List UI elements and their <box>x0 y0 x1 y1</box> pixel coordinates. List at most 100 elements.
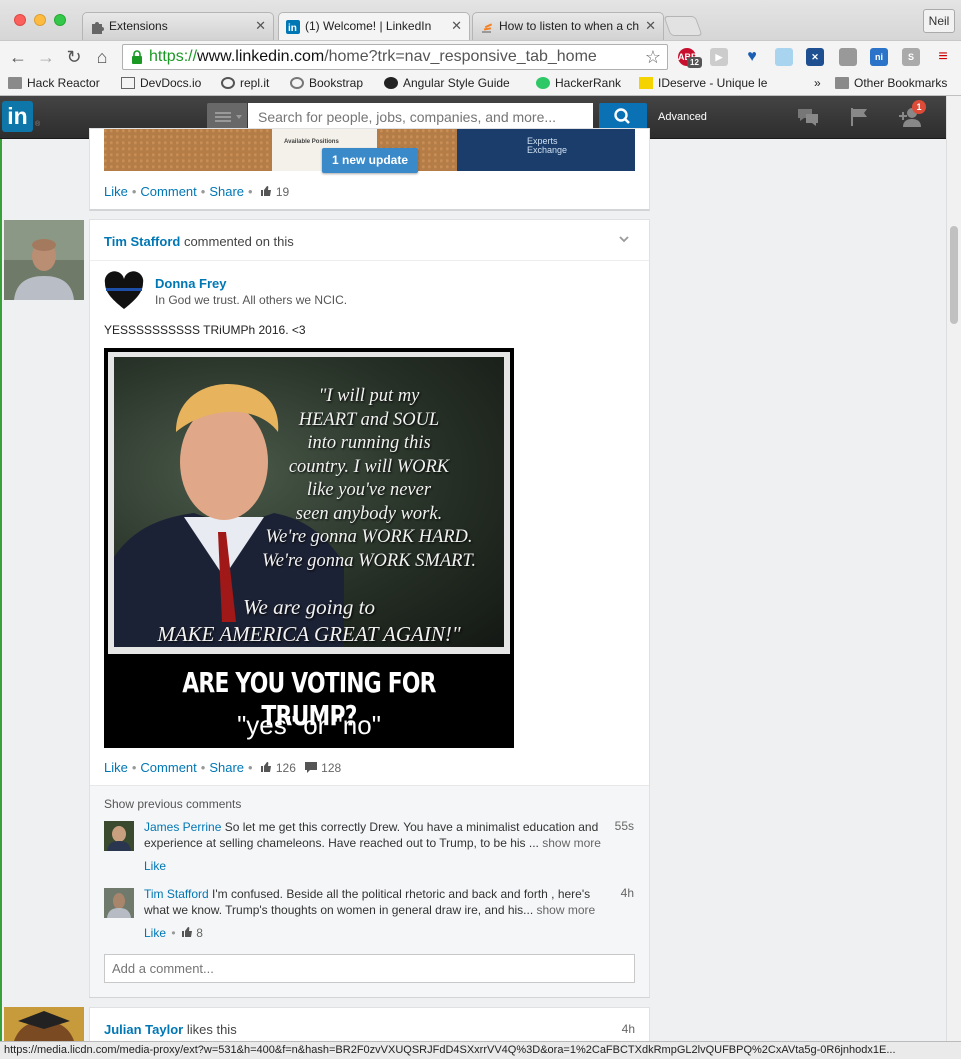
tab-close-icon[interactable]: ✕ <box>645 18 656 34</box>
post-actions: Like • Comment • Share • 19 <box>104 184 290 199</box>
zoom-window-button[interactable] <box>54 14 66 26</box>
url-path: /home?trk=nav_responsive_tab_home <box>324 48 597 65</box>
tab-linkedin[interactable]: in (1) Welcome! | LinkedIn ✕ <box>278 12 470 40</box>
search-input[interactable] <box>248 103 593 130</box>
avatar[interactable] <box>4 220 84 300</box>
bitbucket-extension-icon[interactable]: ✕ <box>806 48 824 66</box>
new-tab-button[interactable] <box>663 16 703 36</box>
bookmark-star-icon[interactable]: ☆ <box>645 45 661 69</box>
post-image[interactable]: "I will put my HEART and SOUL into runni… <box>104 348 514 748</box>
tv-extension-icon[interactable] <box>775 48 793 66</box>
commenter-avatar[interactable] <box>104 888 134 918</box>
actor-name-link[interactable]: Julian Taylor <box>104 1022 183 1037</box>
comment-like-link[interactable]: Like <box>144 926 166 940</box>
add-comment-input[interactable] <box>104 954 635 983</box>
bookmark-bookstrap[interactable]: Bookstrap <box>290 76 363 90</box>
grid-extension-icon[interactable] <box>839 48 857 66</box>
lock-icon <box>132 50 142 64</box>
search-button[interactable] <box>599 103 647 130</box>
s-extension-icon[interactable]: S <box>902 48 920 66</box>
advanced-search-link[interactable]: Advanced <box>658 111 707 123</box>
vimium-icon[interactable]: ♥ <box>743 48 761 66</box>
share-link[interactable]: Share <box>209 760 244 775</box>
comment-like-count: 8 <box>196 926 203 940</box>
actor-name-link[interactable]: Tim Stafford <box>104 234 180 249</box>
bookmark-hack-reactor[interactable]: Hack Reactor <box>8 76 100 90</box>
new-update-button[interactable]: 1 new update <box>322 148 418 173</box>
bookmarks-bar: Hack Reactor DevDocs.io repl.it Bookstra… <box>0 72 961 96</box>
bookmark-other[interactable]: Other Bookmarks <box>835 76 947 90</box>
close-window-button[interactable] <box>14 14 26 26</box>
scrollbar-thumb[interactable] <box>950 226 958 324</box>
show-previous-comments-link[interactable]: Show previous comments <box>104 797 241 811</box>
youtube-extension-icon[interactable]: ▶ <box>710 48 728 66</box>
bookmark-label: Hack Reactor <box>27 76 100 90</box>
page-scrollbar[interactable] <box>946 96 961 1041</box>
feed-card-main: Tim Stafford commented on this Donna Fre… <box>89 219 650 998</box>
comment-like-row: Like • 8 <box>144 926 203 940</box>
share-link[interactable]: Share <box>209 184 244 199</box>
bookmark-label: Angular Style Guide <box>403 76 510 90</box>
tab-label: (1) Welcome! | LinkedIn <box>305 19 432 33</box>
actor-action: commented on this <box>180 234 294 249</box>
bookmarks-overflow-chevron[interactable]: » <box>814 76 821 90</box>
comment-link[interactable]: Comment <box>140 760 196 775</box>
reload-icon[interactable]: ↻ <box>62 45 86 69</box>
bookmark-ideserve[interactable]: IDeserve - Unique le <box>639 76 779 90</box>
comment-link[interactable]: Comment <box>140 184 196 199</box>
ideserve-icon <box>639 77 653 89</box>
julian-taylor-photo <box>4 1007 84 1041</box>
show-more-link[interactable]: show more <box>537 903 596 917</box>
tab-close-icon[interactable]: ✕ <box>255 18 266 34</box>
bookmark-hackerrank[interactable]: HackerRank <box>536 76 621 90</box>
tab-label: Extensions <box>109 19 168 33</box>
ad-paper-text: Available Positions <box>284 139 339 145</box>
comment-text: I'm confused. Beside all the political r… <box>144 887 591 917</box>
linkedin-logo[interactable]: in <box>2 101 33 132</box>
browser-chrome: Extensions ✕ in (1) Welcome! | LinkedIn … <box>0 0 961 96</box>
tab-stackoverflow[interactable]: How to listen to when a ch ✕ <box>472 12 664 40</box>
browser-toolbar: ← → ↻ ⌂ https://www.linkedin.com/home?tr… <box>0 40 961 72</box>
post-time: 4h <box>621 1022 635 1036</box>
notification-badge: 1 <box>912 100 926 114</box>
commenter-name-link[interactable]: James Perrine <box>144 820 221 834</box>
messages-icon[interactable] <box>796 106 820 128</box>
author-name-link[interactable]: Donna Frey <box>155 276 227 291</box>
bookmark-label: IDeserve - Unique le <box>658 76 768 90</box>
flag-icon[interactable] <box>848 106 872 128</box>
commenter-avatar[interactable] <box>104 821 134 851</box>
replit-icon <box>221 77 235 89</box>
stackoverflow-favicon-icon <box>482 23 493 33</box>
avatar[interactable] <box>4 1007 84 1041</box>
actor-action: likes this <box>183 1022 237 1037</box>
thumbs-up-icon <box>261 186 272 196</box>
comment-item: James Perrine So let me get this correct… <box>104 819 634 873</box>
bookmark-angular-style-guide[interactable]: Angular Style Guide <box>384 76 510 90</box>
menu-icon[interactable]: ≡ <box>934 48 952 66</box>
bookmark-replit[interactable]: repl.it <box>221 76 269 90</box>
bookmark-devdocs[interactable]: DevDocs.io <box>121 76 201 90</box>
chevron-down-icon[interactable] <box>619 234 629 244</box>
minimize-window-button[interactable] <box>34 14 46 26</box>
back-arrow-icon[interactable]: ← <box>6 45 30 69</box>
tab-extensions[interactable]: Extensions ✕ <box>82 12 274 40</box>
url-host: www.linkedin.com <box>197 48 325 65</box>
show-more-link[interactable]: show more <box>542 836 601 850</box>
folder-icon <box>8 77 22 89</box>
commenter-name-link[interactable]: Tim Stafford <box>144 887 209 901</box>
comment-like-link[interactable]: Like <box>144 859 166 873</box>
like-link[interactable]: Like <box>104 184 128 199</box>
ni-extension-icon[interactable]: ni <box>870 48 888 66</box>
image-quote: "I will put my HEART and SOUL into runni… <box>262 386 476 571</box>
address-bar[interactable]: https://www.linkedin.com/home?trk=nav_re… <box>122 44 668 70</box>
tab-close-icon[interactable]: ✕ <box>451 18 462 34</box>
donna-frey-avatar[interactable] <box>104 271 144 311</box>
url-scheme: https:// <box>149 48 198 65</box>
post-actions: Like • Comment • Share • 126 128 <box>104 760 342 775</box>
nav-menu-button[interactable] <box>207 103 247 130</box>
profile-button[interactable]: Neil <box>923 9 955 33</box>
experts-exchange-banner: Experts Exchange <box>457 129 635 171</box>
like-link[interactable]: Like <box>104 760 128 775</box>
home-icon[interactable]: ⌂ <box>90 45 114 69</box>
forward-arrow-icon[interactable]: → <box>34 45 58 69</box>
